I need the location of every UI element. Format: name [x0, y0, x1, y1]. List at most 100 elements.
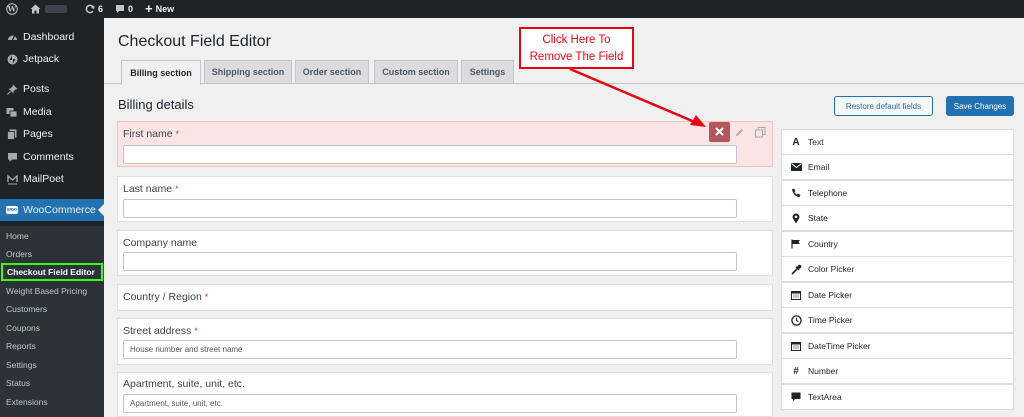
field-type-text[interactable]: A Text: [781, 129, 1014, 155]
field-label-text: Company name: [123, 237, 198, 249]
field-type-label: Number: [808, 366, 839, 376]
field-row-apartment[interactable]: Apartment, suite, unit, etc. Apartment, …: [117, 372, 773, 417]
submenu-item-reports[interactable]: Reports: [6, 339, 36, 353]
field-type-label: Country: [808, 239, 838, 249]
sidebar-item-woocommerce[interactable]: woo WooCommerce: [0, 199, 104, 221]
remove-field-button[interactable]: [709, 122, 730, 142]
submenu-item-extensions[interactable]: Extensions: [6, 395, 48, 409]
admin-bar: W 6 0 + New: [0, 0, 1024, 18]
apartment-input[interactable]: Apartment, suite, unit, etc.: [123, 394, 737, 413]
required-marker: *: [174, 184, 179, 194]
first-name-input[interactable]: [123, 145, 737, 164]
field-type-label: Color Picker: [808, 264, 855, 274]
field-type-date-picker[interactable]: Date Picker: [781, 282, 1014, 308]
last-name-input[interactable]: [123, 199, 737, 218]
submenu-item-home[interactable]: Home: [6, 229, 29, 243]
field-type-time-picker[interactable]: Time Picker: [781, 307, 1014, 333]
calendar-icon: [790, 290, 802, 300]
tab-custom-section[interactable]: Custom section: [374, 60, 458, 83]
field-row-country-region[interactable]: Country / Region *: [117, 284, 773, 311]
sidebar-item-media[interactable]: Media: [0, 103, 104, 121]
tab-order-section[interactable]: Order section: [295, 60, 369, 83]
field-type-label: Telephone: [808, 188, 848, 198]
mailpoet-icon: [1, 173, 23, 185]
submenu-item-checkout-field-editor[interactable]: Checkout Field Editor: [1, 263, 103, 281]
field-type-label: DateTime Picker: [808, 341, 871, 351]
sidebar-item-label: Posts: [23, 83, 50, 95]
field-type-number[interactable]: # Number: [781, 358, 1014, 384]
email-icon: [790, 163, 802, 171]
field-row-street-address[interactable]: Street address * House number and street…: [117, 318, 773, 365]
speech-bubble-icon: [790, 392, 802, 402]
submenu-item-coupons[interactable]: Coupons: [6, 321, 40, 335]
field-row-last-name[interactable]: Last name *: [117, 176, 773, 222]
sidebar-item-comments[interactable]: Comments: [0, 148, 104, 166]
pin-icon: [1, 84, 23, 95]
updates-link[interactable]: 6: [79, 0, 109, 18]
sidebar-item-label: Dashboard: [23, 31, 75, 43]
woocommerce-submenu: Home Orders Checkout Field Editor Weight…: [0, 226, 104, 417]
field-label-text: First name: [123, 128, 173, 140]
text-icon: A: [792, 136, 800, 148]
jetpack-icon: [1, 54, 23, 65]
submenu-item-customers[interactable]: Customers: [6, 302, 47, 316]
save-changes-button[interactable]: Save Changes: [946, 96, 1014, 116]
sidebar-item-label: Comments: [23, 151, 74, 163]
sidebar-item-label: MailPoet: [23, 173, 64, 185]
company-name-input[interactable]: [123, 252, 737, 271]
tab-shipping-section[interactable]: Shipping section: [204, 60, 292, 83]
sidebar-item-posts[interactable]: Posts: [0, 80, 104, 98]
field-type-color-picker[interactable]: Color Picker: [781, 256, 1014, 282]
sidebar-item-dashboard[interactable]: Dashboard: [0, 28, 104, 46]
duplicate-icon[interactable]: [755, 125, 766, 143]
tab-settings[interactable]: Settings: [461, 60, 514, 83]
sidebar-item-mailpoet[interactable]: MailPoet: [0, 170, 104, 188]
submenu-item-orders[interactable]: Orders: [6, 247, 32, 261]
page-title: Checkout Field Editor: [118, 33, 271, 50]
calendar-icon: [790, 341, 802, 351]
wordpress-logo-icon[interactable]: W: [0, 0, 24, 18]
callout-line-2: Remove The Field: [529, 51, 624, 63]
home-icon: [30, 4, 41, 14]
sidebar-item-jetpack[interactable]: Jetpack: [0, 50, 104, 68]
field-label-text: Street address: [123, 325, 192, 337]
field-type-textarea[interactable]: TextArea: [781, 384, 1014, 410]
field-type-label: TextArea: [808, 392, 842, 402]
field-type-state[interactable]: State: [781, 205, 1014, 231]
field-type-country[interactable]: Country: [781, 231, 1014, 257]
annotation-callout: Click Here To Remove The Field: [519, 27, 634, 69]
field-type-email[interactable]: Email: [781, 154, 1014, 180]
field-type-datetime-picker[interactable]: DateTime Picker: [781, 333, 1014, 359]
comment-icon: [115, 4, 125, 14]
clock-icon: [790, 314, 802, 326]
close-icon: [715, 123, 724, 141]
submenu-item-status[interactable]: Status: [6, 376, 30, 390]
field-type-telephone[interactable]: Telephone: [781, 180, 1014, 206]
sidebar-item-label: Pages: [23, 128, 53, 140]
new-content-link[interactable]: + New: [139, 0, 180, 18]
field-type-label: Time Picker: [808, 315, 853, 325]
submenu-item-weight-based-pricing[interactable]: Weight Based Pricing: [6, 284, 87, 298]
site-home-link[interactable]: [24, 0, 79, 18]
required-marker: *: [204, 292, 209, 302]
field-label: Country / Region *: [123, 291, 208, 303]
hash-icon: #: [793, 365, 799, 377]
submenu-item-settings[interactable]: Settings: [6, 358, 37, 372]
comments-link[interactable]: 0: [109, 0, 139, 18]
current-menu-arrow: [98, 204, 104, 216]
field-row-company-name[interactable]: Company name: [117, 230, 773, 276]
required-marker: *: [194, 326, 198, 336]
tab-billing-section[interactable]: Billing section: [121, 60, 201, 85]
street-address-input[interactable]: House number and street name: [123, 340, 737, 359]
field-type-label: Email: [808, 162, 830, 172]
sidebar-item-pages[interactable]: Pages: [0, 125, 104, 143]
field-label: First name *: [123, 128, 179, 140]
dashboard-icon: [1, 32, 23, 43]
updates-icon: [85, 4, 95, 14]
field-label: Last name *: [123, 183, 178, 195]
field-label-text: Last name: [123, 183, 173, 195]
sidebar-item-label: Jetpack: [23, 53, 60, 65]
pencil-icon[interactable]: [734, 125, 745, 143]
restore-default-fields-button[interactable]: Restore default fields: [834, 96, 933, 116]
location-pin-icon: [790, 213, 802, 224]
